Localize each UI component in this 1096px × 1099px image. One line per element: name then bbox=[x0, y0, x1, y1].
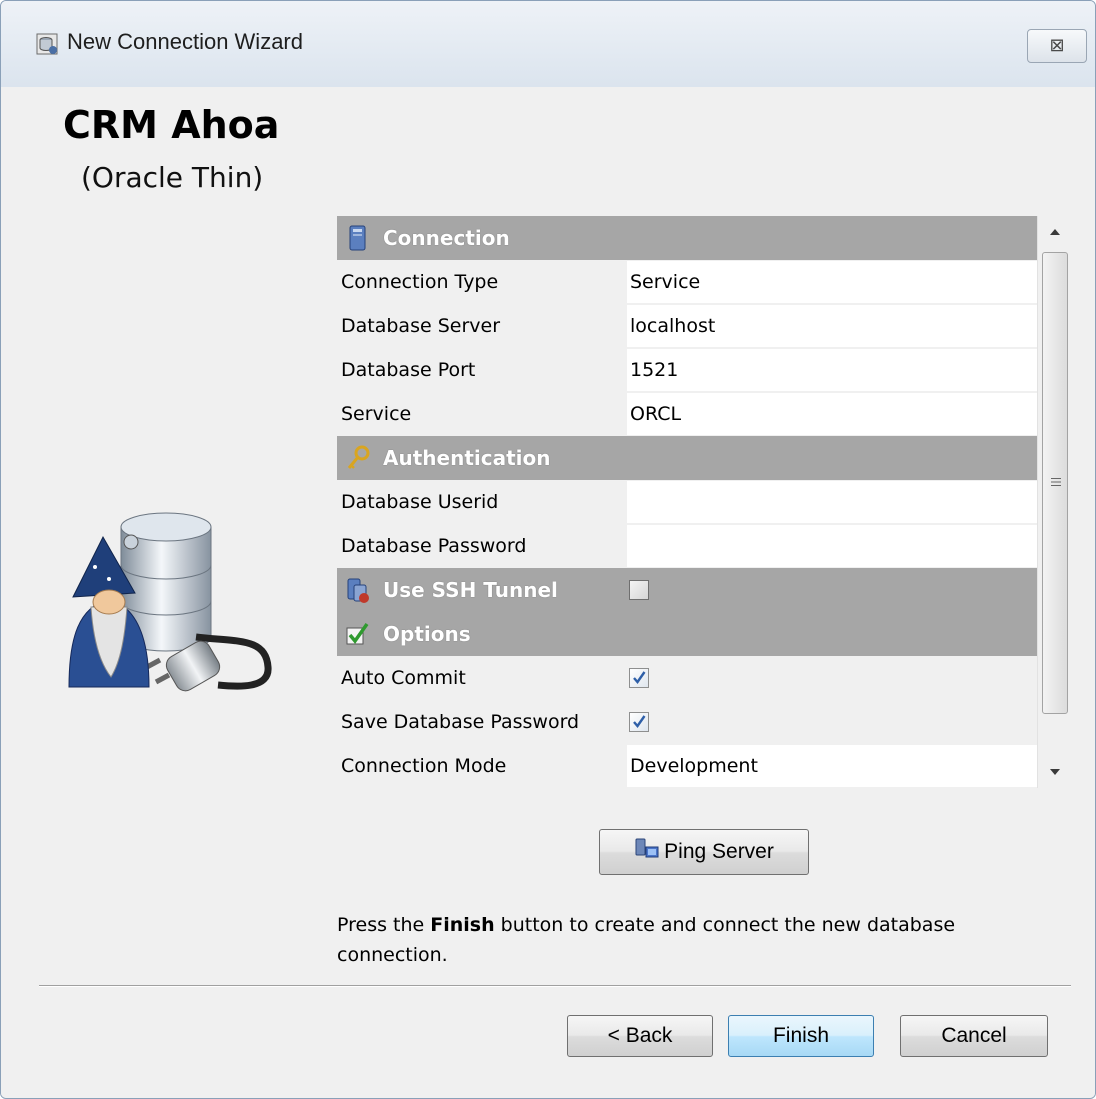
ssh-tunnel-checkbox[interactable] bbox=[629, 580, 649, 600]
save-database-password-checkbox[interactable] bbox=[629, 712, 649, 732]
ping-server-label: Ping Server bbox=[664, 840, 774, 863]
scroll-grip-icon bbox=[1051, 478, 1061, 486]
checkmark-icon bbox=[633, 671, 646, 684]
database-port-field[interactable]: 1521 bbox=[627, 349, 1037, 391]
ping-server-icon bbox=[635, 838, 659, 858]
finish-button[interactable]: Finish bbox=[728, 1015, 874, 1057]
ssh-tunnel-icon bbox=[347, 578, 369, 603]
key-icon bbox=[347, 445, 370, 469]
property-auto-commit[interactable]: Auto Commit bbox=[337, 656, 1037, 700]
check-options-icon bbox=[346, 622, 369, 645]
section-ssh-tunnel[interactable]: Use SSH Tunnel bbox=[337, 568, 1037, 612]
database-port-label: Database Port bbox=[341, 359, 476, 381]
wizard-content: CRM Ahoa (Oracle Thin) Connection Connec… bbox=[1, 87, 1095, 1098]
checkmark-icon bbox=[633, 715, 646, 728]
property-save-database-password[interactable]: Save Database Password bbox=[337, 700, 1037, 744]
database-wizard-illustration-icon bbox=[68, 512, 272, 692]
database-password-field[interactable] bbox=[627, 525, 1037, 567]
footer-divider bbox=[39, 985, 1071, 987]
property-database-server[interactable]: Database Server localhost bbox=[337, 304, 1037, 348]
property-database-password[interactable]: Database Password bbox=[337, 524, 1037, 568]
finish-hint-text: Press the Finish button to create and co… bbox=[337, 910, 1037, 970]
hint-finish-word: Finish bbox=[430, 914, 495, 936]
section-authentication[interactable]: Authentication bbox=[337, 436, 1037, 480]
close-button[interactable]: ⊠ bbox=[1027, 29, 1087, 63]
scroll-down-arrow-icon[interactable] bbox=[1038, 754, 1072, 788]
section-options[interactable]: Options bbox=[337, 612, 1037, 656]
database-userid-field[interactable] bbox=[627, 481, 1037, 523]
section-connection[interactable]: Connection bbox=[337, 216, 1037, 260]
property-database-port[interactable]: Database Port 1521 bbox=[337, 348, 1037, 392]
driver-name: (Oracle Thin) bbox=[81, 161, 264, 194]
property-database-userid[interactable]: Database Userid bbox=[337, 480, 1037, 524]
property-grid-scrollbar[interactable] bbox=[1037, 216, 1072, 788]
service-field[interactable]: ORCL bbox=[627, 393, 1037, 435]
property-service[interactable]: Service ORCL bbox=[337, 392, 1037, 436]
section-options-label: Options bbox=[383, 622, 471, 646]
database-wizard-icon bbox=[36, 33, 58, 55]
server-icon bbox=[349, 225, 366, 251]
connection-type-value[interactable]: Service bbox=[627, 261, 1037, 303]
back-button[interactable]: < Back bbox=[567, 1015, 713, 1057]
save-database-password-label: Save Database Password bbox=[341, 711, 580, 733]
section-authentication-label: Authentication bbox=[383, 446, 551, 470]
connection-name: CRM Ahoa bbox=[63, 103, 280, 147]
auto-commit-label: Auto Commit bbox=[341, 667, 466, 689]
cancel-button[interactable]: Cancel bbox=[900, 1015, 1048, 1057]
hint-prefix: Press the bbox=[337, 914, 431, 936]
connection-mode-value[interactable]: Development bbox=[627, 745, 1037, 787]
database-password-label: Database Password bbox=[341, 535, 527, 557]
ping-server-button[interactable]: Ping Server bbox=[599, 829, 809, 875]
connection-mode-label: Connection Mode bbox=[341, 755, 507, 777]
auto-commit-checkbox[interactable] bbox=[629, 668, 649, 688]
database-userid-label: Database Userid bbox=[341, 491, 499, 513]
scroll-thumb[interactable] bbox=[1042, 252, 1068, 714]
scroll-up-arrow-icon[interactable] bbox=[1038, 216, 1072, 250]
title-bar: New Connection Wizard ⊠ bbox=[1, 1, 1095, 87]
property-connection-type[interactable]: Connection Type Service bbox=[337, 260, 1037, 304]
connection-property-grid: Connection Connection Type Service Datab… bbox=[337, 216, 1071, 788]
section-connection-label: Connection bbox=[383, 226, 510, 250]
window-title: New Connection Wizard bbox=[67, 29, 303, 54]
service-label: Service bbox=[341, 403, 412, 425]
property-connection-mode[interactable]: Connection Mode Development bbox=[337, 744, 1037, 788]
database-server-field[interactable]: localhost bbox=[627, 305, 1037, 347]
connection-type-label: Connection Type bbox=[341, 271, 499, 293]
section-ssh-tunnel-label: Use SSH Tunnel bbox=[383, 578, 558, 602]
database-server-label: Database Server bbox=[341, 315, 501, 337]
new-connection-wizard-window: New Connection Wizard ⊠ CRM Ahoa (Oracle… bbox=[0, 0, 1096, 1099]
